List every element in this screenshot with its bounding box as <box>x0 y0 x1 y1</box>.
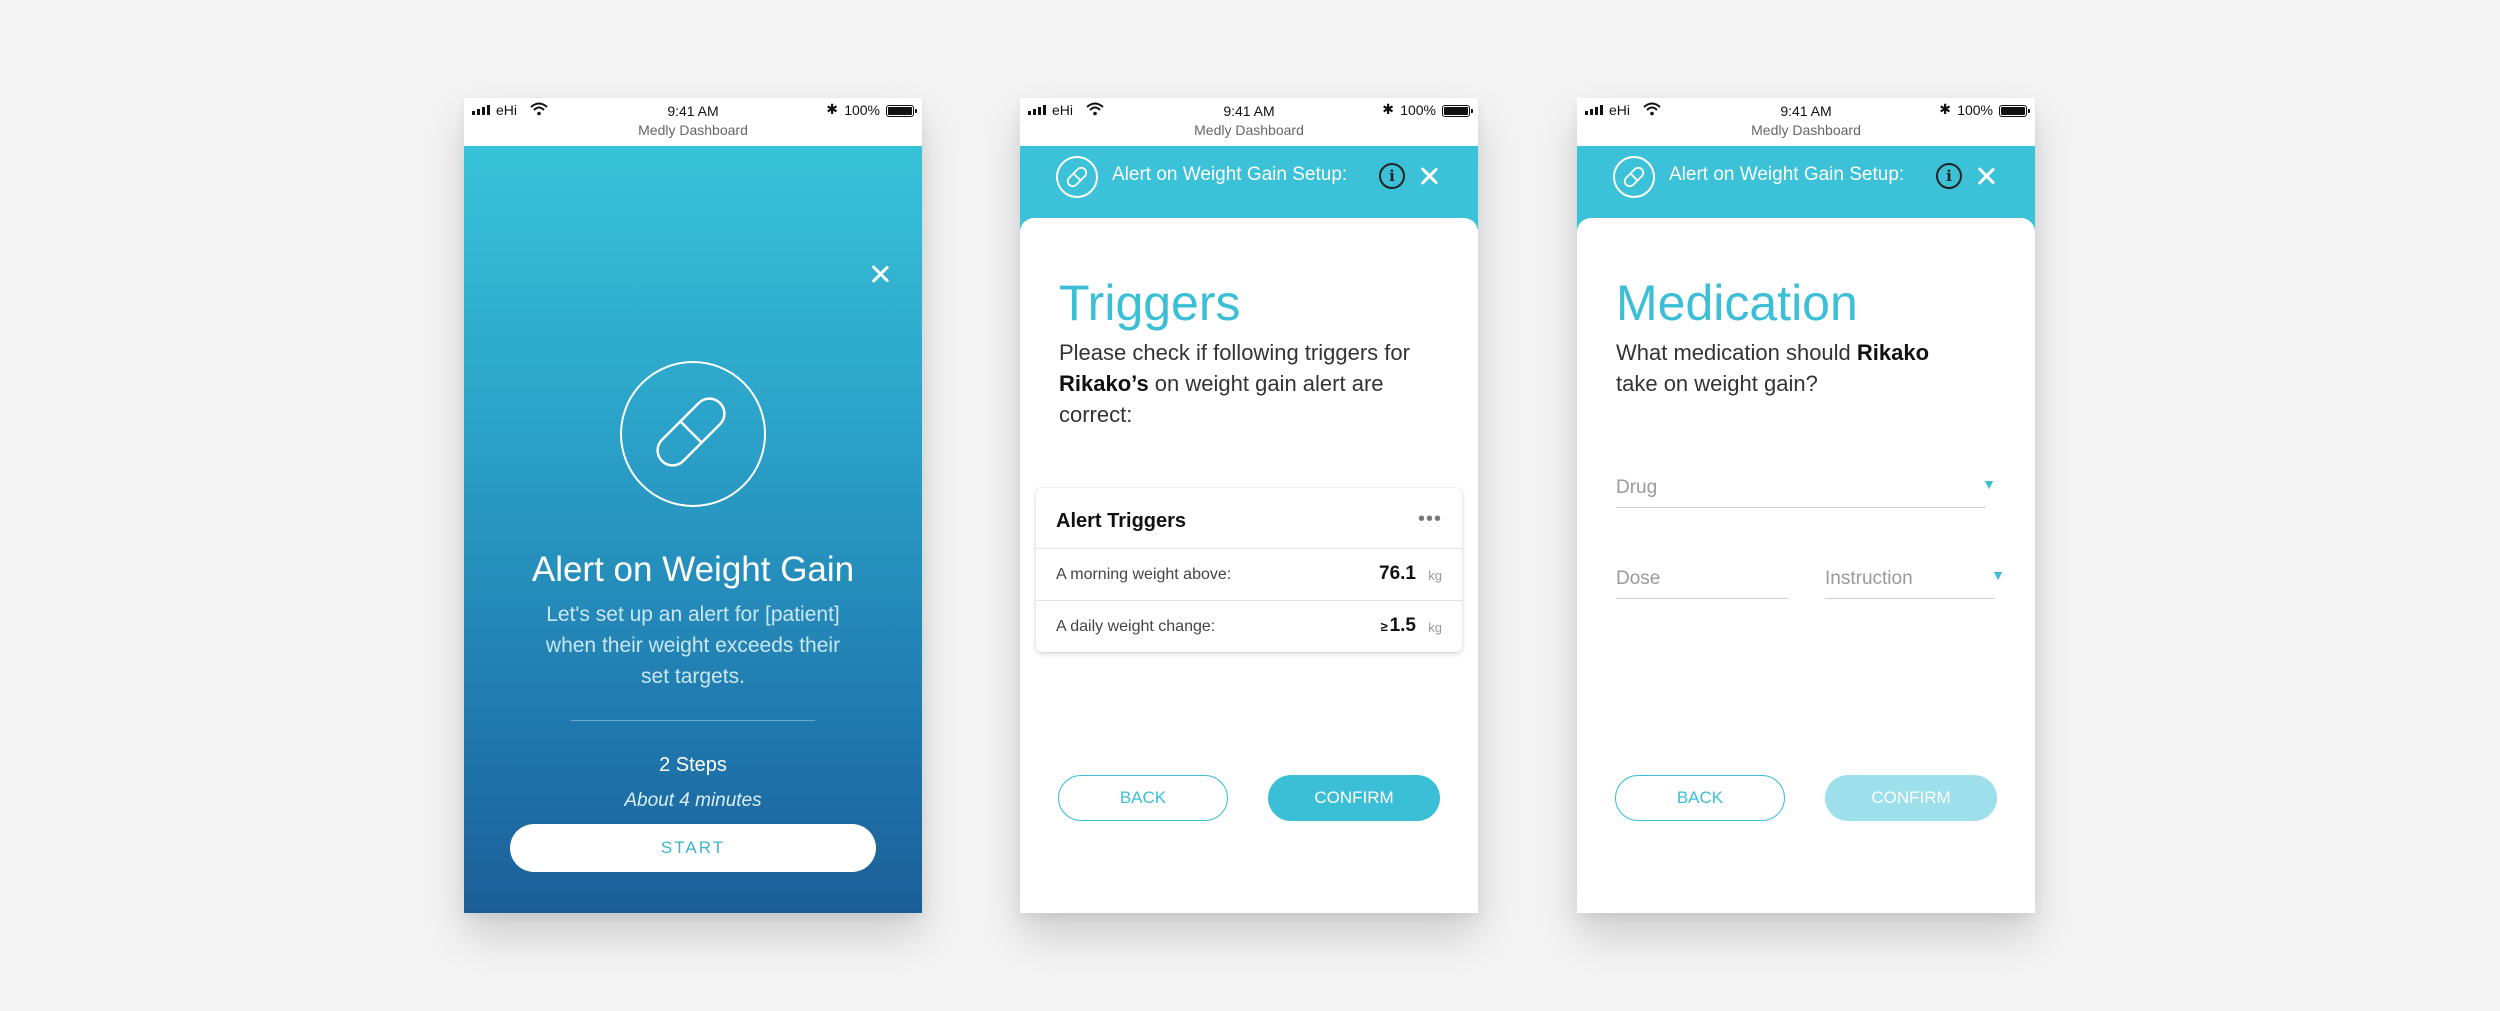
medication-screen: eHi 9:41 AM ✱ 100% Medly Dashboard Alert… <box>1577 98 2035 913</box>
trigger-row[interactable]: A morning weight above: 76.1 kg <box>1036 548 1462 601</box>
close-icon[interactable] <box>1417 164 1441 188</box>
trigger-label: A daily weight change: <box>1056 618 1216 635</box>
app-name: Medly Dashboard <box>638 122 748 138</box>
pill-icon <box>1613 156 1655 198</box>
page-title: Medication <box>1616 275 1858 331</box>
start-button[interactable]: START <box>510 824 876 872</box>
patient-name: Rikako <box>1856 340 1930 365</box>
alert-triggers-panel: Alert Triggers ••• A morning weight abov… <box>1036 488 1462 652</box>
back-button[interactable]: BACK <box>1058 775 1228 821</box>
drug-placeholder: Drug <box>1616 477 1658 498</box>
estimated-time: About 4 minutes <box>624 790 762 811</box>
triggers-screen: eHi 9:41 AM ✱ 100% Medly Dashboard Alert… <box>1020 98 1478 913</box>
trigger-number: 76.1 <box>1379 563 1416 584</box>
panel-title: Alert Triggers <box>1056 510 1187 532</box>
battery-percent: 100% <box>1957 102 1993 118</box>
trigger-value: ≥1.5 <box>1380 615 1416 637</box>
dose-placeholder: Dose <box>1616 568 1661 589</box>
trigger-unit: kg <box>1428 568 1442 583</box>
setup-title: Alert on Weight Gain Setup: <box>1669 164 1905 185</box>
info-icon[interactable]: i <box>1379 163 1405 189</box>
status-bar: eHi 9:41 AM ✱ 100% <box>464 98 922 122</box>
divider <box>571 720 815 721</box>
battery-percent: 100% <box>844 102 880 118</box>
trigger-unit: kg <box>1428 620 1442 635</box>
bluetooth-icon: ✱ <box>1939 101 1951 117</box>
chevron-down-icon: ▼ <box>1991 567 2005 583</box>
battery-icon <box>886 105 917 117</box>
status-bar: eHi 9:41 AM ✱ 100% <box>1577 98 2035 122</box>
question-text-end: take on weight gain? <box>1616 371 1818 396</box>
confirm-button[interactable]: CONFIRM <box>1825 775 1997 821</box>
intro-title: Alert on Weight Gain <box>531 550 855 589</box>
back-button[interactable]: BACK <box>1615 775 1785 821</box>
pill-icon <box>1056 156 1098 198</box>
app-name: Medly Dashboard <box>1751 122 1861 138</box>
status-bar: eHi 9:41 AM ✱ 100% <box>1020 98 1478 122</box>
pill-icon <box>620 361 766 507</box>
confirm-button[interactable]: CONFIRM <box>1268 775 1440 821</box>
close-icon[interactable] <box>868 262 892 286</box>
patient-name: Rikako’s <box>1059 371 1149 396</box>
bluetooth-icon: ✱ <box>826 101 838 117</box>
medication-question: What medication should Rikako take on we… <box>1616 337 1946 399</box>
info-icon[interactable]: i <box>1936 163 1962 189</box>
instruction-select[interactable]: Instruction ▼ <box>1825 562 2005 599</box>
battery-icon <box>1442 105 1473 117</box>
instruction-placeholder: Instruction <box>1825 568 1913 589</box>
trigger-label: A morning weight above: <box>1056 566 1232 583</box>
battery-percent: 100% <box>1400 102 1436 118</box>
intro-description: Let's set up an alert for [patient] when… <box>545 603 841 688</box>
more-options-icon[interactable]: ••• <box>1418 508 1442 531</box>
bluetooth-icon: ✱ <box>1382 101 1394 117</box>
chevron-down-icon: ▼ <box>1982 476 1996 492</box>
steps-count: 2 Steps <box>659 754 727 776</box>
trigger-value: 76.1 <box>1377 563 1416 585</box>
instructions-text-start: Please check if following triggers for <box>1059 340 1410 365</box>
intro-screen: eHi 9:41 AM ✱ 100% Medly Dashboard Alert… <box>464 98 922 913</box>
battery-icon <box>1999 105 2030 117</box>
drug-select[interactable]: Drug ▼ <box>1616 471 1996 508</box>
triggers-instructions: Please check if following triggers for R… <box>1059 337 1419 430</box>
dose-field[interactable]: Dose <box>1616 562 1788 599</box>
trigger-row[interactable]: A daily weight change: ≥1.5 kg <box>1036 600 1462 653</box>
page-title: Triggers <box>1059 275 1241 331</box>
trigger-number: 1.5 <box>1389 615 1416 636</box>
close-icon[interactable] <box>1974 164 1998 188</box>
app-name: Medly Dashboard <box>1194 122 1304 138</box>
setup-title: Alert on Weight Gain Setup: <box>1112 164 1348 185</box>
question-text-start: What medication should <box>1616 340 1857 365</box>
trigger-comparator: ≥ <box>1380 619 1388 634</box>
